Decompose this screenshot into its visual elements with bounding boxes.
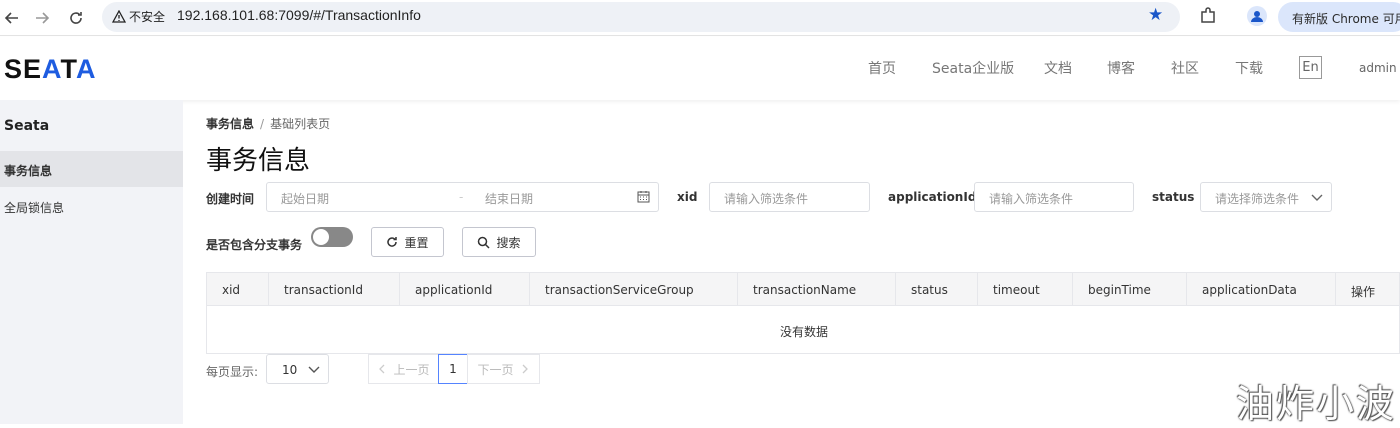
col-actions: 操作 bbox=[1351, 285, 1376, 299]
xid-placeholder: 请输入筛选条件 bbox=[724, 192, 809, 206]
status-label: status bbox=[1152, 190, 1195, 204]
page-size-select[interactable]: 10 bbox=[266, 354, 329, 384]
refresh-icon bbox=[387, 237, 398, 247]
prev-page-button[interactable]: 上一页 bbox=[368, 354, 439, 384]
application-id-input[interactable]: 请输入筛选条件 bbox=[974, 182, 1134, 212]
next-page-label: 下一页 bbox=[477, 362, 514, 377]
app-header: SEATA 首页 Seata企业版 文档 博客 社区 下载 En admin bbox=[0, 37, 1400, 100]
status-placeholder: 请选择筛选条件 bbox=[1215, 192, 1300, 206]
col-begin-time: beginTime bbox=[1073, 273, 1187, 305]
warning-icon bbox=[112, 9, 126, 23]
col-application-data: applicationData bbox=[1187, 273, 1336, 305]
url-text[interactable]: 192.168.101.68:7099/#/TransactionInfo bbox=[177, 7, 421, 23]
browser-toolbar: 不安全 192.168.101.68:7099/#/TransactionInf… bbox=[0, 0, 1400, 36]
date-separator: - bbox=[459, 190, 464, 204]
table-header: xid transactionId applicationId transact… bbox=[207, 273, 1399, 306]
xid-label: xid bbox=[677, 190, 698, 204]
address-bar[interactable]: 不安全 192.168.101.68:7099/#/TransactionInf… bbox=[102, 2, 1180, 32]
include-branch-label: 是否包含分支事务 bbox=[206, 238, 303, 252]
breadcrumb-current[interactable]: 事务信息 bbox=[206, 117, 254, 131]
language-toggle-button[interactable]: En bbox=[1299, 56, 1322, 79]
col-timeout: timeout bbox=[978, 273, 1073, 305]
back-icon[interactable] bbox=[0, 6, 24, 30]
nav-enterprise[interactable]: Seata企业版 bbox=[932, 58, 1014, 78]
application-id-placeholder: 请输入筛选条件 bbox=[989, 192, 1074, 206]
page-size-value: 10 bbox=[282, 363, 298, 377]
forward-icon[interactable] bbox=[30, 6, 54, 30]
status-select[interactable]: 请选择筛选条件 bbox=[1200, 182, 1332, 212]
table-empty-message: 没有数据 bbox=[779, 325, 828, 339]
seata-logo[interactable]: SEATA bbox=[4, 54, 97, 85]
end-date-input[interactable]: 结束日期 bbox=[485, 190, 533, 207]
extensions-icon[interactable] bbox=[1198, 6, 1218, 26]
page-title: 事务信息 bbox=[206, 146, 311, 176]
col-transaction-name: transactionName bbox=[738, 273, 896, 305]
nav-home[interactable]: 首页 bbox=[868, 58, 896, 78]
col-status: status bbox=[896, 273, 978, 305]
breadcrumb-page: 基础列表页 bbox=[270, 117, 331, 131]
date-range-picker[interactable]: 起始日期 - 结束日期 bbox=[266, 182, 659, 212]
col-transaction-id: transactionId bbox=[269, 273, 400, 305]
page-number-current[interactable]: 1 bbox=[438, 354, 468, 384]
calendar-icon[interactable] bbox=[637, 190, 650, 206]
start-date-input[interactable]: 起始日期 bbox=[281, 190, 329, 207]
col-transaction-service-group: transactionServiceGroup bbox=[530, 273, 738, 305]
chevron-down-icon bbox=[308, 363, 320, 378]
chevron-left-icon bbox=[379, 364, 385, 374]
chrome-update-button[interactable]: 有新版 Chrome 可用 bbox=[1278, 2, 1400, 32]
reload-icon[interactable] bbox=[64, 6, 88, 30]
search-button[interactable]: 搜索 bbox=[462, 227, 536, 257]
sidebar: Seata 事务信息 全局锁信息 bbox=[0, 100, 183, 424]
reset-label: 重置 bbox=[404, 235, 429, 250]
application-id-label: applicationId bbox=[888, 190, 977, 204]
search-label: 搜索 bbox=[496, 235, 521, 250]
include-branch-switch[interactable] bbox=[311, 227, 353, 247]
bookmark-star-icon[interactable]: ★ bbox=[1148, 5, 1163, 25]
user-name[interactable]: admin bbox=[1359, 61, 1397, 75]
nav-community[interactable]: 社区 bbox=[1171, 58, 1199, 78]
chevron-down-icon bbox=[1311, 191, 1323, 206]
security-label: 不安全 bbox=[129, 10, 166, 24]
page-size-label: 每页显示: bbox=[206, 365, 259, 379]
profile-avatar-icon[interactable] bbox=[1247, 6, 1267, 26]
chevron-right-icon bbox=[522, 364, 528, 374]
security-indicator[interactable]: 不安全 bbox=[112, 8, 165, 25]
breadcrumb-separator: / bbox=[260, 117, 265, 131]
prev-page-label: 上一页 bbox=[393, 362, 430, 377]
transaction-table: xid transactionId applicationId transact… bbox=[206, 272, 1400, 354]
reset-button[interactable]: 重置 bbox=[371, 227, 444, 257]
sidebar-item-global-lock[interactable]: 全局锁信息 bbox=[0, 188, 183, 224]
watermark-text: 油炸小波 bbox=[1236, 382, 1397, 426]
created-time-label: 创建时间 bbox=[206, 192, 255, 206]
breadcrumb: 事务信息 / 基础列表页 bbox=[206, 115, 330, 132]
search-icon bbox=[478, 236, 491, 249]
nav-docs[interactable]: 文档 bbox=[1044, 58, 1072, 78]
col-application-id: applicationId bbox=[400, 273, 530, 305]
sidebar-item-transaction-info[interactable]: 事务信息 bbox=[0, 151, 183, 187]
sidebar-title: Seata bbox=[4, 118, 50, 134]
xid-input[interactable]: 请输入筛选条件 bbox=[709, 182, 870, 212]
next-page-button[interactable]: 下一页 bbox=[467, 354, 540, 384]
nav-blog[interactable]: 博客 bbox=[1107, 58, 1135, 78]
switch-knob bbox=[313, 229, 329, 245]
col-xid: xid bbox=[207, 273, 269, 305]
nav-download[interactable]: 下载 bbox=[1235, 58, 1263, 78]
